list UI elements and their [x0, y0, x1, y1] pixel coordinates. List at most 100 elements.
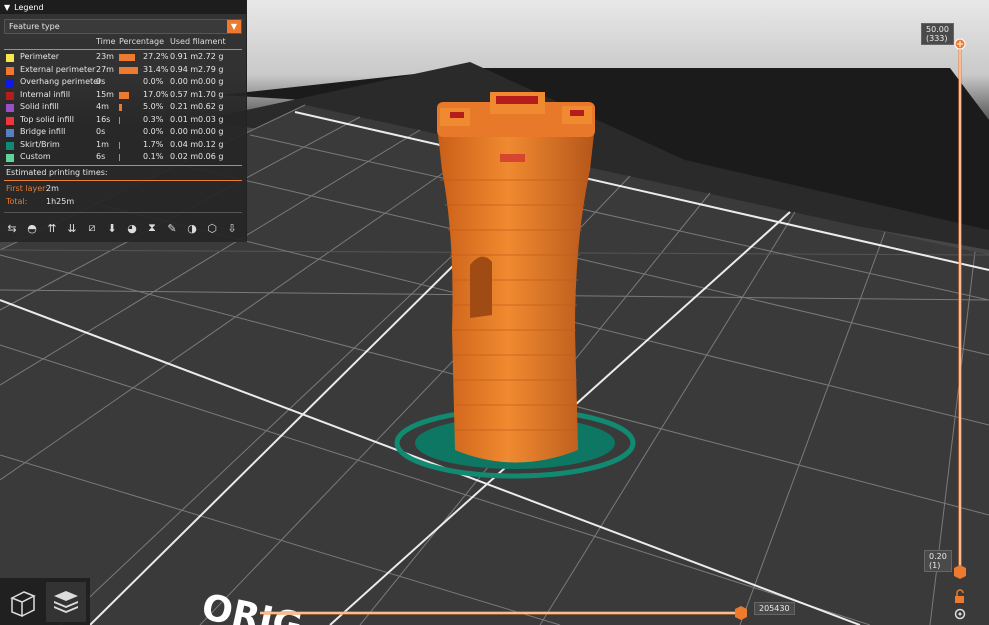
- custom-gcodes-icon[interactable]: ✎: [164, 220, 180, 236]
- legend-row[interactable]: Solid infill 4m 5.0% 0.21 m 0.62 g: [0, 102, 246, 114]
- color-swatch: [6, 54, 14, 62]
- feature-name: Top solid infill: [20, 114, 74, 124]
- legend-row[interactable]: Perimeter 23m 27.2% 0.91 m 2.72 g: [0, 52, 246, 64]
- feature-percentage: 0.3%: [143, 114, 164, 124]
- center-of-gravity-icon[interactable]: ◑: [184, 220, 200, 236]
- top-layer-tag: 50.00 (333): [921, 23, 954, 45]
- view-toggle-panel: [0, 578, 90, 625]
- feature-time: 6s: [96, 152, 106, 161]
- feature-percentage: 5.0%: [143, 102, 164, 111]
- percentage-bar: [119, 91, 130, 99]
- feature-weight: 0.00 g: [198, 127, 224, 136]
- feature-time: 1m: [96, 139, 109, 149]
- feature-name: Skirt/Brim: [20, 139, 60, 149]
- feature-percentage: 0.0%: [143, 127, 164, 136]
- legend-title: Legend: [14, 2, 44, 12]
- collapse-triangle-icon[interactable]: ▼: [4, 3, 10, 12]
- deretractions-icon[interactable]: ⇊: [64, 220, 80, 236]
- color-swatch: [6, 91, 14, 100]
- retractions-icon[interactable]: ⇈: [44, 220, 60, 236]
- color-swatch: [6, 79, 14, 87]
- feature-weight: 0.12 g: [198, 139, 224, 149]
- first-layer-label: First layer:: [6, 184, 49, 193]
- feature-weight: 0.06 g: [198, 152, 224, 161]
- first-layer-value: 2m: [46, 184, 59, 193]
- feature-percentage: 1.7%: [143, 139, 164, 149]
- feature-weight: 2.72 g: [198, 52, 224, 61]
- bottom-layer-tag: 0.20 (1): [924, 550, 952, 572]
- total-value: 1h25m: [46, 197, 75, 206]
- feature-percentage: 0.0%: [143, 77, 164, 86]
- legend-row[interactable]: Skirt/Brim 1m 1.7% 0.04 m 0.12 g: [0, 140, 246, 152]
- feature-time: 16s: [96, 114, 111, 124]
- preview-button[interactable]: [46, 582, 86, 622]
- feature-length: 0.21 m: [170, 102, 199, 111]
- feature-percentage: 0.1%: [143, 152, 164, 161]
- legend-row[interactable]: Custom 6s 0.1% 0.02 m 0.06 g: [0, 152, 246, 164]
- chevron-down-icon[interactable]: ▼: [227, 20, 241, 33]
- legend-row[interactable]: Overhang perimeter 0s 0.0% 0.00 m 0.00 g: [0, 77, 246, 89]
- legend-row[interactable]: Bridge infill 0s 0.0% 0.00 m 0.00 g: [0, 127, 246, 139]
- tool-changes-icon[interactable]: ⬇: [104, 220, 120, 236]
- 3d-view-button[interactable]: [2, 582, 42, 622]
- feature-time: 15m: [96, 89, 114, 99]
- feature-time: 0s: [96, 127, 106, 136]
- percentage-bar: [119, 54, 136, 61]
- color-swatch: [6, 66, 14, 75]
- feature-length: 0.94 m: [170, 64, 199, 74]
- column-used-filament: Used filament: [170, 37, 226, 46]
- feature-percentage: 17.0%: [143, 89, 169, 99]
- feature-time: 4m: [96, 102, 109, 111]
- feature-name: Internal infill: [20, 89, 71, 99]
- legend-row[interactable]: Internal infill 15m 17.0% 0.57 m 1.70 g: [0, 90, 246, 102]
- feature-length: 0.91 m: [170, 52, 199, 61]
- feature-length: 0.00 m: [170, 77, 199, 86]
- legend-columns-header: Time Percentage Used filament: [0, 37, 246, 49]
- feature-length: 0.57 m: [170, 89, 199, 99]
- feature-weight: 0.00 g: [198, 77, 224, 86]
- estimated-times-title: Estimated printing times:: [6, 168, 108, 177]
- feature-weight: 2.79 g: [198, 64, 224, 74]
- legend-row[interactable]: External perimeter 27m 31.4% 0.94 m 2.79 g: [0, 65, 246, 77]
- bottom-height-value: 0.20: [929, 552, 947, 561]
- layers-icon: [54, 591, 78, 613]
- bottom-layer-number: (1): [929, 561, 941, 570]
- column-percentage: Percentage: [119, 37, 165, 46]
- feature-length: 0.04 m: [170, 139, 199, 149]
- feature-weight: 0.62 g: [198, 102, 224, 111]
- pause-prints-icon[interactable]: ⧗: [144, 220, 160, 236]
- percentage-bar: [119, 141, 120, 149]
- feature-name: Bridge infill: [20, 127, 66, 136]
- feature-length: 0.02 m: [170, 152, 199, 161]
- color-changes-icon[interactable]: ◕: [124, 220, 140, 236]
- view-type-value: Feature type: [9, 22, 60, 31]
- move-value: 205430: [759, 604, 790, 613]
- feature-weight: 1.70 g: [198, 89, 224, 99]
- legend-header[interactable]: ▼ Legend: [0, 0, 246, 14]
- wipe-icon[interactable]: ◓: [24, 220, 40, 236]
- color-swatch: [6, 104, 14, 112]
- divider: [4, 212, 242, 213]
- cube-icon: [10, 591, 36, 618]
- percentage-bar: [119, 104, 122, 111]
- top-height-value: 50.00: [926, 25, 949, 34]
- feature-percentage: 31.4%: [143, 64, 169, 74]
- divider: [4, 180, 242, 181]
- tool-marker-icon[interactable]: ⇩: [224, 220, 240, 236]
- move-value-tag: 205430: [754, 602, 795, 615]
- view-type-combo[interactable]: Feature type ▼: [4, 19, 242, 34]
- tower-model: [437, 92, 595, 463]
- legend-row[interactable]: Top solid infill 16s 0.3% 0.01 m 0.03 g: [0, 115, 246, 127]
- percentage-bar: [119, 66, 138, 74]
- color-swatch: [6, 116, 14, 125]
- color-swatch: [6, 141, 14, 150]
- divider: [4, 165, 242, 166]
- top-layer-number: (333): [926, 34, 948, 43]
- seams-icon[interactable]: ⧄: [84, 220, 100, 236]
- travel-icon[interactable]: ⇆: [4, 220, 20, 236]
- total-label: Total:: [6, 197, 28, 206]
- shells-icon[interactable]: ⬡: [204, 220, 220, 236]
- feature-time: 0s: [96, 77, 106, 86]
- feature-percentage: 27.2%: [143, 52, 169, 61]
- feature-name: Perimeter: [20, 52, 60, 61]
